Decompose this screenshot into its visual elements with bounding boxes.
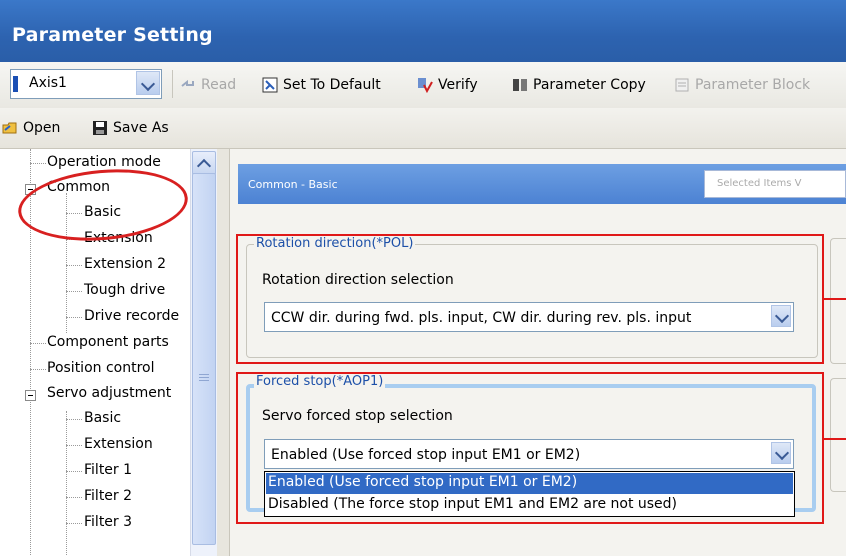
axis-select[interactable]: Axis1 <box>10 69 162 99</box>
tree-line <box>30 369 46 370</box>
tree-line <box>66 523 82 524</box>
tree-line <box>66 471 82 472</box>
parameter-copy-label: Parameter Copy <box>533 77 646 93</box>
tree-item-position-control[interactable]: Position control <box>47 360 155 376</box>
tree-line <box>66 419 82 420</box>
tree-line <box>66 445 82 446</box>
parameter-block-icon <box>675 78 689 92</box>
parameter-block-button[interactable]: Parameter Block <box>674 73 810 97</box>
annotation-line <box>822 438 846 440</box>
parameter-block-label: Parameter Block <box>695 77 811 93</box>
save-as-button[interactable]: Save As <box>92 116 169 140</box>
grip-icon <box>199 374 209 375</box>
axis-select-value: Axis1 <box>29 75 67 91</box>
read-icon <box>181 79 194 87</box>
tree-line <box>66 497 82 498</box>
scroll-thumb[interactable] <box>192 173 216 545</box>
tree-item-servo-basic[interactable]: Basic <box>84 410 121 426</box>
tree-item-drive-recorder[interactable]: Drive recorde <box>84 308 179 324</box>
tree-line <box>30 343 46 344</box>
chevron-up-icon <box>196 158 212 174</box>
verify-button[interactable]: Verify <box>417 73 478 97</box>
scroll-up-button[interactable] <box>192 151 216 175</box>
read-button[interactable]: Read <box>180 73 236 97</box>
annotation-box-forced-stop <box>236 372 824 524</box>
set-to-default-button[interactable]: Set To Default <box>262 73 381 97</box>
parameter-copy-button[interactable]: Parameter Copy <box>512 73 646 97</box>
pane-splitter[interactable] <box>217 149 230 556</box>
open-folder-icon <box>2 122 17 134</box>
chevron-down-icon <box>140 76 156 92</box>
tree-item-servo-adjustment[interactable]: Servo adjustment <box>47 385 171 401</box>
save-icon <box>93 121 107 135</box>
annotation-box-rotation <box>236 234 824 364</box>
tree-line <box>66 265 82 266</box>
parameter-copy-icon <box>513 79 527 91</box>
section-title: Common - Basic <box>248 178 338 191</box>
title-bar: Parameter Setting <box>0 0 846 62</box>
verify-label: Verify <box>438 77 478 93</box>
tree-item-filter-1[interactable]: Filter 1 <box>84 462 132 478</box>
save-as-label: Save As <box>113 120 169 136</box>
window-title: Parameter Setting <box>12 24 213 46</box>
verify-icon <box>418 78 433 93</box>
tree-item-servo-extension[interactable]: Extension <box>84 436 153 452</box>
tree-line <box>30 163 46 164</box>
set-to-default-label: Set To Default <box>283 77 381 93</box>
axis-select-dropdown-button[interactable] <box>136 71 160 95</box>
open-button[interactable]: Open <box>2 116 60 140</box>
tree-item-operation-mode[interactable]: Operation mode <box>47 154 161 170</box>
read-label: Read <box>201 77 237 93</box>
axis-icon <box>13 76 18 92</box>
tree-item-component-parts[interactable]: Component parts <box>47 334 169 350</box>
toolbar-separator <box>172 70 173 98</box>
adjacent-group <box>830 238 846 364</box>
adjacent-group <box>830 378 846 492</box>
tree-item-filter-2[interactable]: Filter 2 <box>84 488 132 504</box>
tree-item-tough-drive[interactable]: Tough drive <box>84 282 165 298</box>
tree-line <box>66 411 67 556</box>
tree-line <box>66 291 82 292</box>
collapse-icon[interactable] <box>25 390 36 401</box>
tree-item-extension-2[interactable]: Extension 2 <box>84 256 166 272</box>
set-default-icon <box>262 77 278 93</box>
selected-items-box[interactable]: Selected Items V <box>704 170 846 198</box>
open-label: Open <box>23 120 61 136</box>
tree-item-filter-3[interactable]: Filter 3 <box>84 514 132 530</box>
tree-scrollbar[interactable] <box>190 149 217 556</box>
annotation-line <box>822 298 846 300</box>
selected-items-text: Selected Items V <box>717 178 802 189</box>
tree-line <box>66 317 82 318</box>
